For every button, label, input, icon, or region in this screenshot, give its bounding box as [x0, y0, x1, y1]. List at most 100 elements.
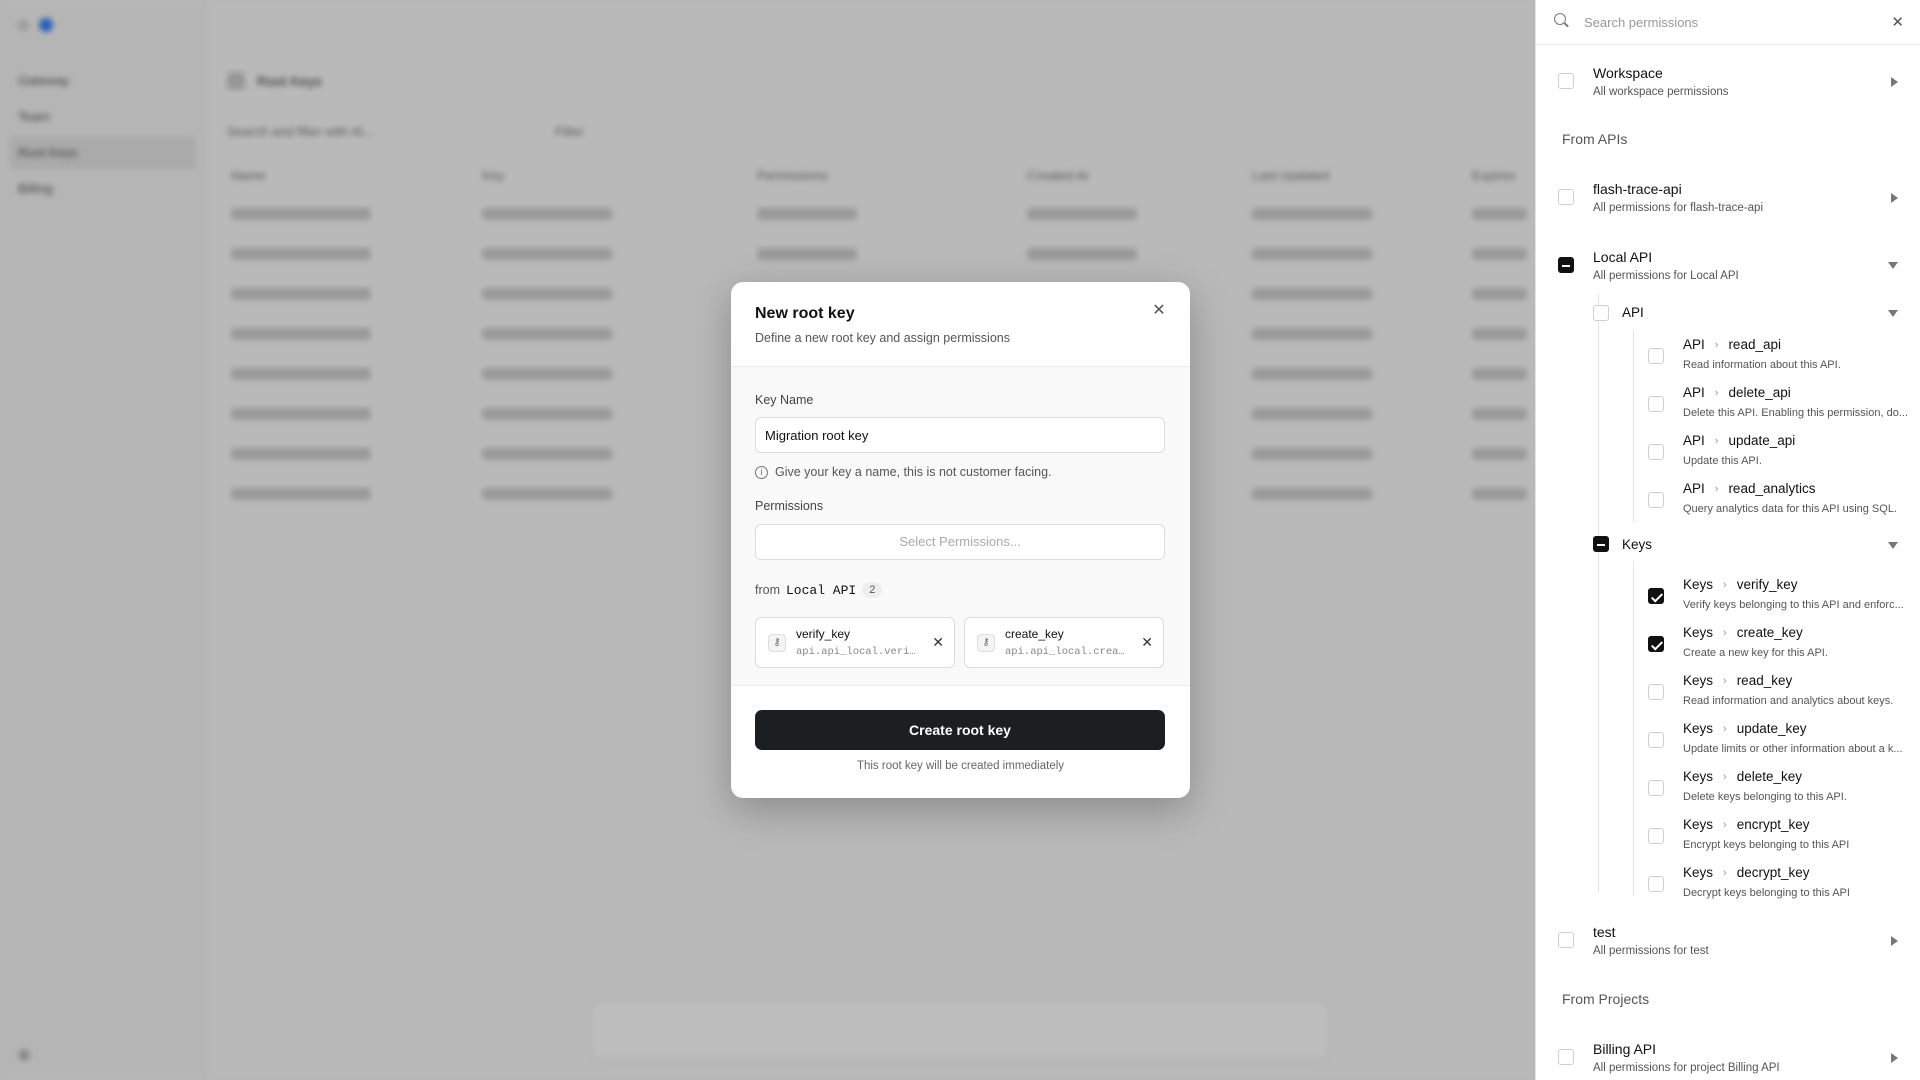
key-name-hint: i Give your key a name, this is not cust…: [755, 465, 1052, 479]
group-desc-flash-trace-api: All permissions for flash-trace-api: [1593, 202, 1764, 214]
tree-line: [1633, 561, 1634, 896]
expand-icon[interactable]: [1891, 936, 1898, 946]
permission-path: Keys › read_key: [1683, 673, 1792, 688]
permissions-search-input[interactable]: [1584, 11, 1864, 33]
permission-path: API › read_api: [1683, 337, 1781, 352]
close-icon[interactable]: ✕: [1891, 13, 1904, 31]
remove-icon[interactable]: ✕: [1141, 634, 1153, 651]
group-desc-workspace: All workspace permissions: [1593, 86, 1729, 98]
permission-desc: Read information and analytics about key…: [1683, 695, 1894, 707]
selected-permission-chip: ⚷ verify_key api.api_local.verify_key ✕: [755, 617, 955, 668]
permission-category: API: [1683, 481, 1705, 496]
select-permissions-button[interactable]: Select Permissions...: [755, 524, 1165, 560]
permission-path: API › read_analytics: [1683, 481, 1816, 496]
permission-checkbox[interactable]: [1648, 828, 1664, 844]
local-api-checkbox[interactable]: [1558, 257, 1574, 273]
permission-desc: Query analytics data for this API using …: [1683, 503, 1897, 515]
permission-name: read_analytics: [1728, 481, 1816, 496]
permission-item[interactable]: API › delete_api Delete this API. Enabling…: [1648, 385, 1908, 429]
collapse-icon[interactable]: [1888, 542, 1898, 549]
workspace-checkbox[interactable]: [1558, 73, 1574, 89]
permission-name: delete_key: [1736, 769, 1802, 784]
permission-name: verify_key: [1736, 577, 1798, 592]
from-prefix: from: [755, 583, 780, 597]
chevron-right-icon: ›: [1714, 338, 1719, 351]
expand-icon[interactable]: [1891, 193, 1898, 203]
group-desc-local-api: All permissions for Local API: [1593, 270, 1739, 282]
permission-path: Keys › delete_key: [1683, 769, 1802, 784]
group-title-flash-trace-api: flash-trace-api: [1593, 181, 1682, 197]
permission-desc: Delete keys belonging to this API.: [1683, 791, 1847, 803]
chip-id: api.api_local.create_key: [1005, 646, 1125, 658]
selected-permissions-source: from Local API 2: [755, 582, 883, 598]
collapse-icon[interactable]: [1888, 262, 1898, 269]
permission-category: Keys: [1683, 817, 1714, 832]
permission-category: API: [1683, 337, 1705, 352]
permission-name: create_key: [1736, 625, 1803, 640]
api-group-checkbox[interactable]: [1593, 305, 1609, 321]
keys-group-checkbox[interactable]: [1593, 536, 1609, 552]
create-root-key-button[interactable]: Create root key: [755, 710, 1165, 750]
expand-icon[interactable]: [1891, 1053, 1898, 1063]
group-desc-billing-api: All permissions for project Billing API: [1593, 1062, 1780, 1074]
dialog-title: New root key: [755, 305, 855, 322]
permission-item[interactable]: API › read_analytics Query analytics data …: [1648, 481, 1899, 525]
permission-desc: Verify keys belonging to this API and en…: [1683, 599, 1904, 611]
permission-item[interactable]: Keys › decrypt_key Decrypt keys belonging t…: [1648, 865, 1899, 909]
collapse-icon[interactable]: [1888, 310, 1898, 317]
permission-path: Keys › verify_key: [1683, 577, 1797, 592]
permission-checkbox[interactable]: [1648, 636, 1664, 652]
test-checkbox[interactable]: [1558, 932, 1574, 948]
permission-path: API › update_api: [1683, 433, 1795, 448]
chip-name: verify_key: [796, 627, 851, 641]
remove-icon[interactable]: ✕: [932, 634, 944, 651]
billing-api-checkbox[interactable]: [1558, 1049, 1574, 1065]
group-title-local-api: Local API: [1593, 249, 1653, 265]
chevron-right-icon: ›: [1723, 818, 1727, 831]
permission-checkbox[interactable]: [1648, 732, 1664, 748]
permission-item[interactable]: API › update_api Update this API.: [1648, 433, 1899, 477]
close-icon[interactable]: ✕: [1150, 302, 1168, 320]
permission-item[interactable]: API › read_api Read information about this…: [1648, 337, 1899, 381]
permission-desc: Update limits or other information about…: [1683, 743, 1903, 755]
permission-item[interactable]: Keys › read_key Read information and analyt…: [1648, 673, 1899, 717]
chevron-right-icon: ›: [1723, 674, 1727, 687]
permission-checkbox[interactable]: [1648, 396, 1664, 412]
permissions-label: Permissions: [755, 499, 824, 513]
permission-checkbox[interactable]: [1648, 348, 1664, 364]
permissions-search: ✕: [1536, 0, 1920, 45]
permission-category: API: [1683, 433, 1705, 448]
permission-path: Keys › update_key: [1683, 721, 1807, 736]
permission-item[interactable]: Keys › update_key Update limits or other in…: [1648, 721, 1903, 765]
permission-name: encrypt_key: [1736, 817, 1810, 832]
permission-checkbox[interactable]: [1648, 876, 1664, 892]
chevron-right-icon: ›: [1723, 866, 1727, 879]
group-title-workspace: Workspace: [1593, 65, 1663, 81]
permission-checkbox[interactable]: [1648, 684, 1664, 700]
permission-name: delete_api: [1728, 385, 1791, 400]
permission-item[interactable]: Keys › encrypt_key Encrypt keys belonging t…: [1648, 817, 1899, 861]
permission-checkbox[interactable]: [1648, 444, 1664, 460]
permission-checkbox[interactable]: [1648, 588, 1664, 604]
permission-item[interactable]: Keys › verify_key Verify keys belonging to …: [1648, 577, 1904, 621]
key-name-input[interactable]: [755, 417, 1165, 453]
info-icon: i: [755, 465, 768, 479]
permission-category: Keys: [1683, 721, 1714, 736]
flash-trace-api-checkbox[interactable]: [1558, 189, 1574, 205]
permission-item[interactable]: Keys › delete_key Delete keys belonging to …: [1648, 769, 1899, 813]
permission-path: Keys › create_key: [1683, 625, 1803, 640]
permission-category: Keys: [1683, 625, 1714, 640]
group-desc-test: All permissions for test: [1593, 945, 1709, 957]
permission-checkbox[interactable]: [1648, 780, 1664, 796]
permission-desc: Encrypt keys belonging to this API: [1683, 839, 1850, 851]
permission-desc: Delete this API. Enabling this permissio…: [1683, 407, 1909, 419]
permission-name: read_api: [1728, 337, 1781, 352]
permission-item[interactable]: Keys › create_key Create a new key for this…: [1648, 625, 1899, 669]
permission-desc: Decrypt keys belonging to this API: [1683, 887, 1850, 899]
chevron-right-icon: ›: [1714, 482, 1719, 495]
permission-category: Keys: [1683, 769, 1714, 784]
chevron-right-icon: ›: [1723, 578, 1727, 591]
permission-checkbox[interactable]: [1648, 492, 1664, 508]
expand-icon[interactable]: [1891, 77, 1898, 87]
chip-name: create_key: [1005, 627, 1064, 641]
